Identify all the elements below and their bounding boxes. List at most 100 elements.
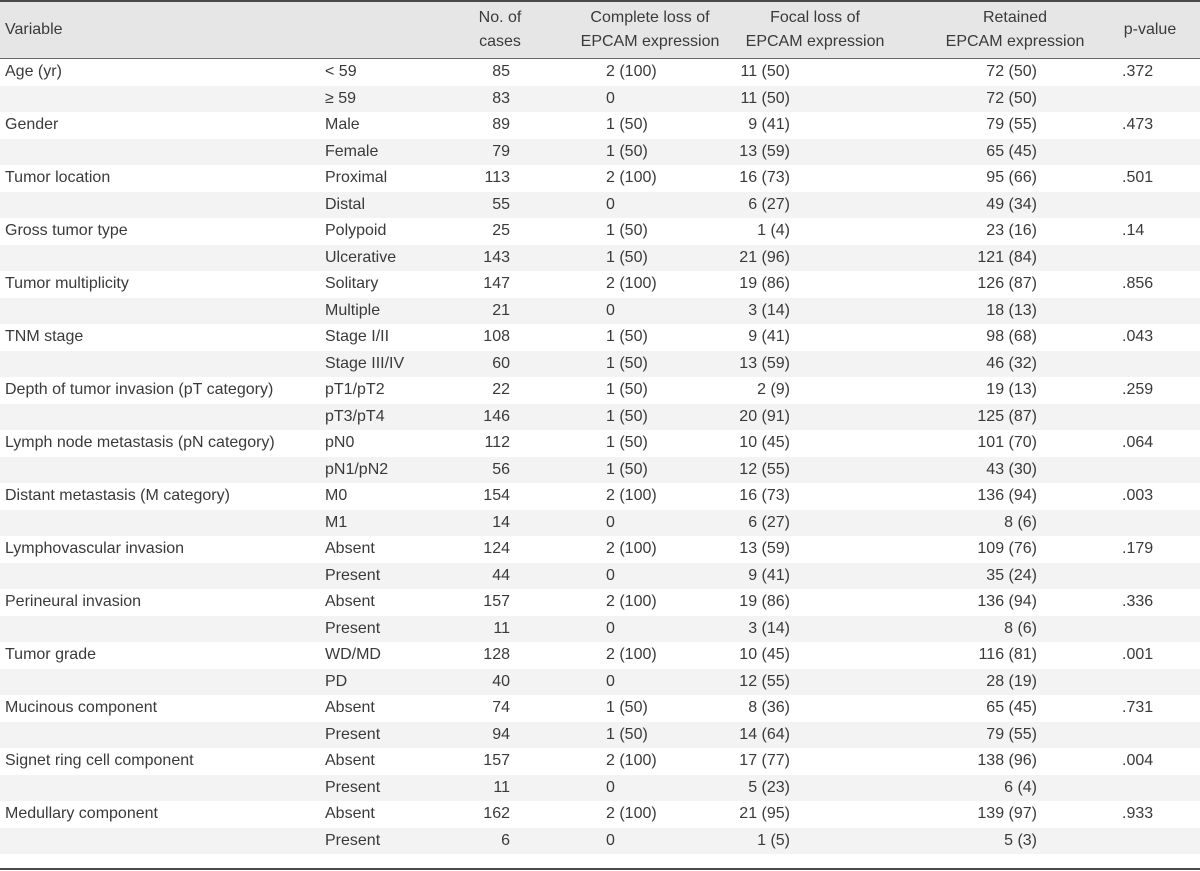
complete-loss-cell: 1 (50) <box>606 142 648 160</box>
retained-cell: 46 (32) <box>986 354 1037 372</box>
pvalue-cell: .003 <box>1122 487 1154 504</box>
retained-cell: 6 (4) <box>1004 778 1037 796</box>
table-row: Tumor location Proximal 113 2 (100) 16 (73) 9… <box>0 165 1200 192</box>
table-row: Present 44 0 9 (41) 35 (24) <box>0 562 1200 589</box>
table-row: Gross tumor type Polypoid 25 1 (50) 1 (4) 23 … <box>0 218 1200 245</box>
header-cases: No. of cases <box>450 6 550 54</box>
complete-loss-cell: 0 <box>606 566 615 584</box>
variable-cell: Depth of tumor invasion (pT category) <box>5 381 274 398</box>
complete-loss-cell: 0 <box>606 513 615 531</box>
complete-loss-cell: 1 (50) <box>606 381 648 398</box>
pvalue-cell: .14 <box>1122 222 1145 239</box>
subcategory-cell: Absent <box>325 752 375 769</box>
complete-loss-cell: 0 <box>606 619 615 637</box>
variable-cell: Mucinous component <box>5 699 158 716</box>
cases-cell: 74 <box>492 699 510 716</box>
subcategory-cell: Absent <box>325 540 375 557</box>
complete-loss-cell: 1 (50) <box>606 116 648 133</box>
cases-cell: 154 <box>483 487 510 504</box>
subcategory-cell: M1 <box>325 513 348 531</box>
subcategory-cell: WD/MD <box>325 646 381 663</box>
subcategory-cell: Absent <box>325 593 375 610</box>
variable-cell: Tumor location <box>5 169 111 186</box>
complete-loss-cell: 1 (50) <box>606 248 648 266</box>
variable-cell: Age (yr) <box>5 63 62 80</box>
table-row: Female 79 1 (50) 13 (59) 65 (45) <box>0 138 1200 165</box>
complete-loss-cell: 2 (100) <box>606 63 657 80</box>
retained-cell: 95 (66) <box>986 169 1037 186</box>
subcategory-cell: Present <box>325 619 381 637</box>
table-row: Signet ring cell component Absent 157 2 (10… <box>0 748 1200 775</box>
table-row: Present 11 0 5 (23) 6 (4) <box>0 774 1200 801</box>
complete-loss-cell: 2 (100) <box>606 805 657 822</box>
focal-loss-cell: 21 (96) <box>739 248 790 266</box>
subcategory-cell: Present <box>325 725 381 743</box>
cases-cell: 55 <box>492 195 510 213</box>
complete-loss-cell: 0 <box>606 301 615 319</box>
complete-loss-cell: 1 (50) <box>606 699 648 716</box>
variable-cell: Perineural invasion <box>5 593 142 610</box>
subcategory-cell: Distal <box>325 195 366 213</box>
pvalue-cell: .372 <box>1122 63 1154 80</box>
complete-loss-cell: 0 <box>606 831 615 849</box>
complete-loss-cell: 1 (50) <box>606 354 648 372</box>
complete-loss-cell: 1 (50) <box>606 407 648 425</box>
subcategory-cell: Multiple <box>325 301 381 319</box>
focal-loss-cell: 3 (14) <box>748 301 790 319</box>
retained-cell: 5 (3) <box>1004 831 1037 849</box>
complete-loss-cell: 0 <box>606 89 615 107</box>
pvalue-cell: .179 <box>1122 540 1154 557</box>
cases-cell: 22 <box>492 381 510 398</box>
header-complete-loss: Complete loss of EPCAM expression <box>560 6 740 54</box>
subcategory-cell: Stage I/II <box>325 328 390 345</box>
focal-loss-cell: 10 (45) <box>739 434 790 451</box>
variable-cell: Tumor grade <box>5 646 96 663</box>
cases-cell: 6 <box>501 831 510 849</box>
focal-loss-cell: 10 (45) <box>739 646 790 663</box>
retained-cell: 65 (45) <box>986 142 1037 160</box>
cases-cell: 40 <box>492 672 510 690</box>
cases-cell: 94 <box>492 725 510 743</box>
retained-cell: 19 (13) <box>986 381 1037 398</box>
table-row: Mucinous component Absent 74 1 (50) 8 (36) 65… <box>0 695 1200 722</box>
focal-loss-cell: 5 (23) <box>748 778 790 796</box>
variable-cell: Lymph node metastasis (pN category) <box>5 434 275 451</box>
cases-cell: 79 <box>492 142 510 160</box>
bottom-rule <box>0 868 1200 870</box>
focal-loss-cell: 9 (41) <box>748 328 790 345</box>
table-row: Lymphovascular invasion Absent 124 2 (100) 1… <box>0 536 1200 563</box>
subcategory-cell: Present <box>325 831 381 849</box>
table-row: Present 6 0 1 (5) 5 (3) <box>0 827 1200 854</box>
retained-cell: 136 (94) <box>977 487 1037 504</box>
header-complete-line1: Complete loss of <box>590 9 710 26</box>
pvalue-cell: .731 <box>1122 699 1154 716</box>
variable-cell: Gender <box>5 116 59 133</box>
complete-loss-cell: 0 <box>606 672 615 690</box>
cases-cell: 89 <box>492 116 510 133</box>
complete-loss-cell: 2 (100) <box>606 487 657 504</box>
complete-loss-cell: 2 (100) <box>606 169 657 186</box>
subcategory-cell: Present <box>325 566 381 584</box>
header-retained-line1: Retained <box>982 9 1048 26</box>
pvalue-cell: .336 <box>1122 593 1154 610</box>
header-focal-line2: EPCAM expression <box>745 33 885 50</box>
table-row: Multiple 21 0 3 (14) 18 (13) <box>0 297 1200 324</box>
focal-loss-cell: 9 (41) <box>748 566 790 584</box>
table-row: Age (yr) < 59 85 2 (100) 11 (50) 72 (50) .372 <box>0 59 1200 86</box>
focal-loss-cell: 20 (91) <box>739 407 790 425</box>
retained-cell: 109 (76) <box>977 540 1037 557</box>
focal-loss-cell: 6 (27) <box>748 195 790 213</box>
cases-cell: 108 <box>483 328 510 345</box>
table-row: PD 40 0 12 (55) 28 (19) <box>0 668 1200 695</box>
focal-loss-cell: 17 (77) <box>739 752 790 769</box>
cases-cell: 157 <box>483 752 510 769</box>
header-retained-line2: EPCAM expression <box>945 33 1085 50</box>
pvalue-cell: .004 <box>1122 752 1154 769</box>
retained-cell: 79 (55) <box>986 116 1037 133</box>
header-focal-line1: Focal loss of <box>770 9 860 26</box>
table-row: Tumor grade WD/MD 128 2 (100) 10 (45) 116 (81… <box>0 642 1200 669</box>
variable-cell: Gross tumor type <box>5 222 128 239</box>
focal-loss-cell: 3 (14) <box>748 619 790 637</box>
focal-loss-cell: 11 (50) <box>740 89 790 107</box>
retained-cell: 8 (6) <box>1004 513 1037 531</box>
